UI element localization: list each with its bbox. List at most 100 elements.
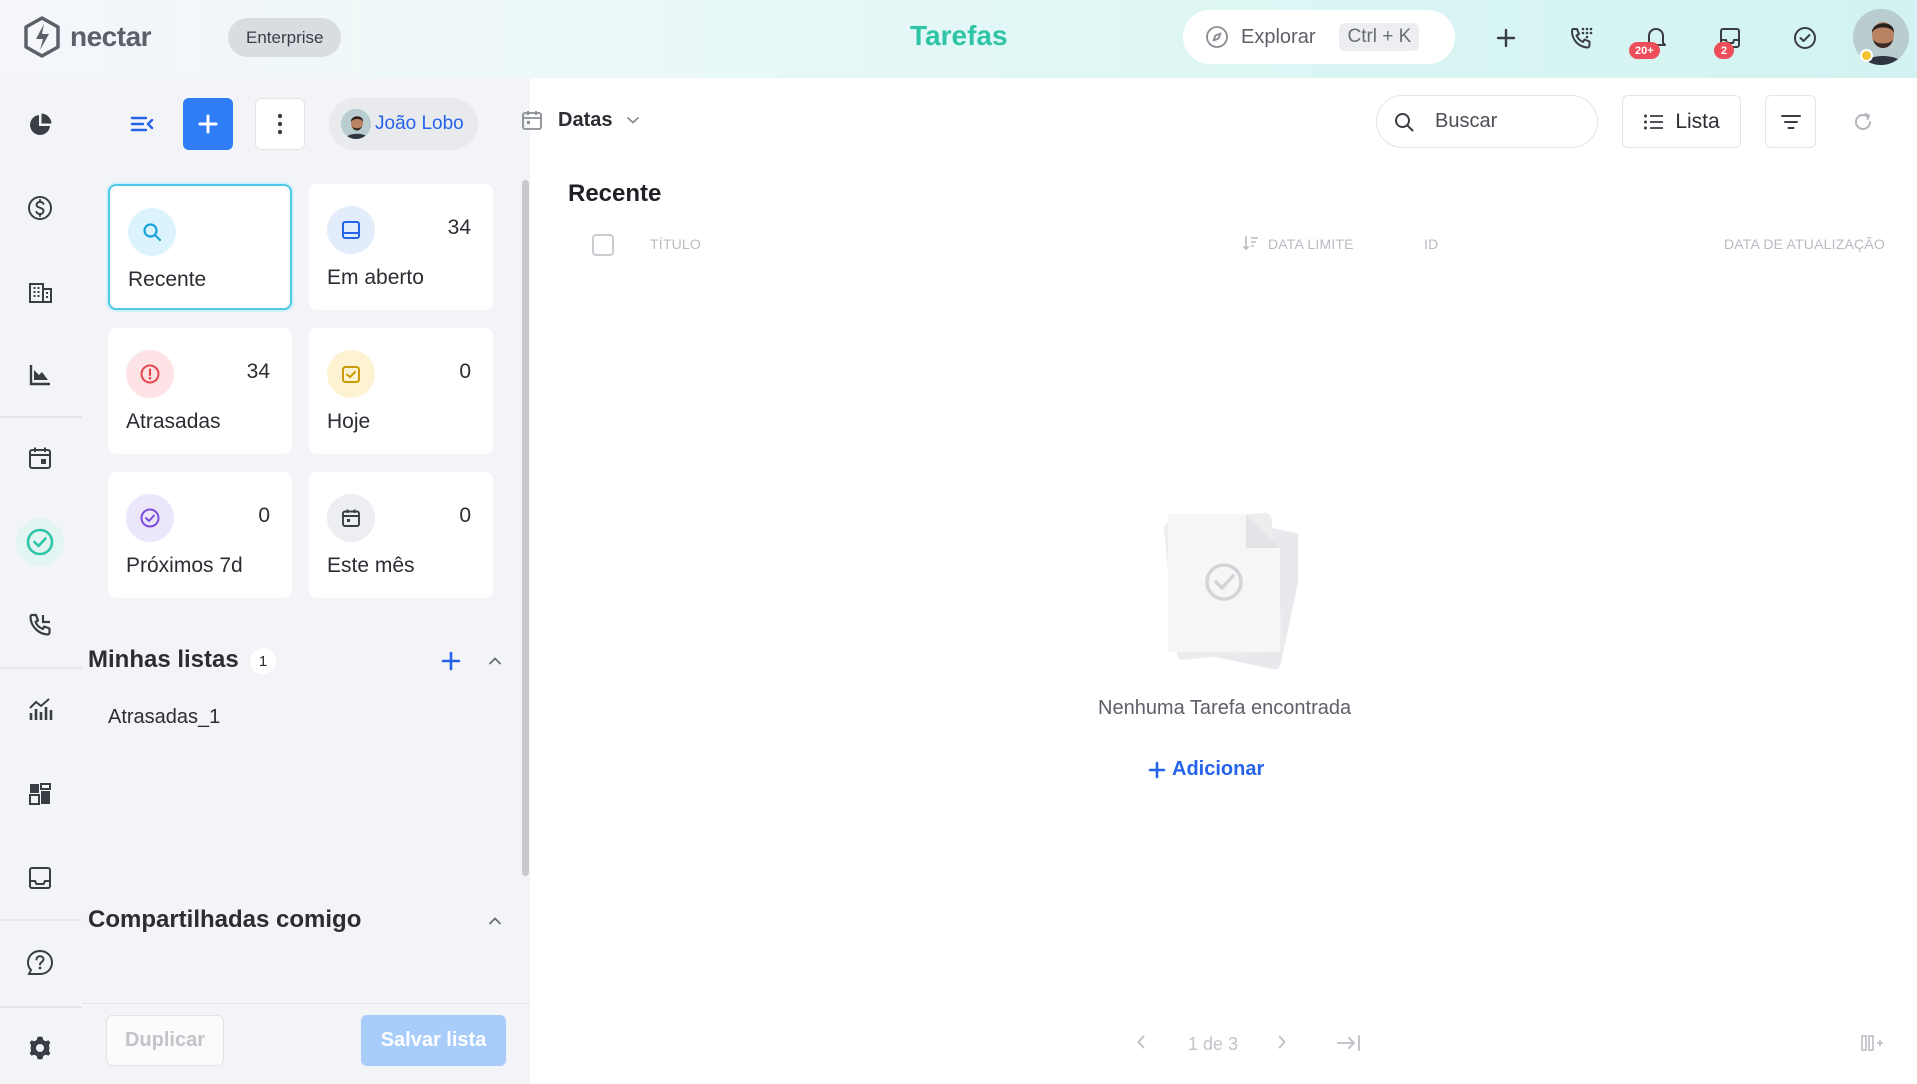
explore-shortcut: Ctrl + K [1339,23,1420,51]
column-settings-button[interactable] [1860,1034,1884,1057]
card-this-month[interactable]: 0 Este mês [309,472,493,598]
nav-help[interactable] [16,939,64,987]
owner-filter-chip[interactable]: João Lobo [329,98,478,150]
card-count: 34 [246,360,270,383]
card-label: Atrasadas [126,410,221,433]
save-list-button[interactable]: Salvar lista [361,1015,506,1066]
nav-tasks[interactable] [16,518,64,566]
nav-calls[interactable] [16,601,64,649]
nectar-logo[interactable]: nectar [22,16,152,58]
card-icon-wrap [126,494,174,542]
dates-label: Datas [558,108,613,131]
panel-footer-divider [82,1003,530,1004]
dialer-button[interactable] [1561,18,1601,58]
nav-companies[interactable] [16,268,64,316]
search-icon [1395,112,1414,131]
inbox-icon [342,221,360,239]
nav-deals[interactable] [16,184,64,232]
card-label: Recente [128,268,207,291]
calendar-icon [342,509,360,527]
help-icon [26,949,54,975]
card-today[interactable]: 0 Hoje [309,328,493,454]
next-page-button[interactable] [1276,1034,1288,1055]
empty-state-illustration [1148,500,1307,670]
list-icon [1644,114,1664,129]
check-circle-icon [1794,27,1816,49]
nav-divider [0,919,82,921]
new-task-button[interactable] [183,98,233,150]
sort-icon[interactable] [1242,234,1262,254]
column-header-id[interactable]: ID [1424,236,1438,252]
card-label: Em aberto [327,266,424,289]
plus-icon [1496,28,1516,48]
pie-chart-icon [30,113,52,135]
card-next-7-days[interactable]: 0 Próximos 7d [108,472,292,598]
collapse-menu-icon [130,116,154,132]
nectar-logo-icon [24,16,60,58]
filter-button[interactable] [1765,95,1816,148]
page-indicator: 1 de 3 [1188,1034,1239,1054]
column-header-updated[interactable]: DATA DE ATUALIZAÇÃO [1724,236,1885,252]
plus-icon [441,651,461,671]
settings-icon [29,1036,51,1060]
card-recent[interactable]: Recente [108,184,292,310]
explore-label: Explorar [1241,25,1316,48]
explore-search[interactable]: Explorar Ctrl + K [1183,10,1455,64]
nav-dashboard[interactable] [16,101,64,149]
collapse-shared-button[interactable] [484,910,506,932]
view-mode-button[interactable]: Lista [1622,95,1741,148]
nav-divider [0,1006,82,1008]
nav-inbox[interactable] [16,854,64,902]
funnel-chart-icon [29,365,50,386]
list-item[interactable]: Atrasadas_1 [108,706,220,729]
nav-calendar[interactable] [16,434,64,482]
collapse-panel-button[interactable] [117,98,167,150]
add-button[interactable] [1486,18,1526,58]
add-list-button[interactable] [438,648,464,674]
tasks-shortcut-button[interactable] [1785,18,1825,58]
add-task-label: Adicionar [1172,758,1265,780]
last-page-button[interactable] [1336,1034,1362,1057]
nav-reports[interactable] [16,686,64,734]
check-circle-icon [140,508,160,528]
nav-funnel[interactable] [16,351,64,399]
sort-descending-icon [1242,236,1258,251]
select-all-checkbox[interactable] [592,234,614,256]
previous-page-button[interactable] [1135,1034,1147,1055]
last-page-icon [1337,1035,1360,1051]
shared-lists-title: Compartilhadas comigo [88,906,362,933]
card-open[interactable]: 34 Em aberto [309,184,493,310]
collapse-my-lists-button[interactable] [484,650,506,672]
card-overdue[interactable]: 34 Atrasadas [108,328,292,454]
calendar-check-icon [342,366,360,383]
nav-settings[interactable] [16,1024,64,1072]
card-label: Próximos 7d [126,554,243,577]
online-status-dot [1860,49,1873,62]
dates-filter[interactable]: Datas [520,108,640,132]
card-icon-wrap [128,208,176,256]
duplicate-button[interactable]: Duplicar [106,1015,224,1066]
add-task-link[interactable]: Adicionar [1148,758,1264,781]
more-options-button[interactable] [255,98,305,150]
panel-scrollbar[interactable] [522,180,529,876]
alert-circle-icon [140,364,160,384]
refresh-button[interactable] [1845,104,1881,140]
list-title: Recente [568,180,662,207]
page-title: Tarefas [910,20,1008,51]
nav-panels[interactable] [16,770,64,818]
my-lists-count: 1 [250,648,276,674]
column-header-due-date[interactable]: DATA LIMITE [1268,236,1354,252]
search-input[interactable]: Buscar [1376,95,1598,148]
card-count: 0 [459,504,471,527]
empty-state-text: Nenhuma Tarefa encontrada [1098,697,1352,719]
more-vertical-icon [277,113,283,135]
search-icon [143,223,162,242]
dashboard-icon [29,783,51,805]
chevron-left-icon [1137,1035,1145,1049]
columns-icon [1861,1035,1883,1051]
phone-keypad-icon [1571,27,1593,49]
column-header-title[interactable]: TÍTULO [650,236,701,252]
card-label: Hoje [327,410,371,433]
card-icon-wrap [327,350,375,398]
chevron-up-icon [489,917,501,925]
